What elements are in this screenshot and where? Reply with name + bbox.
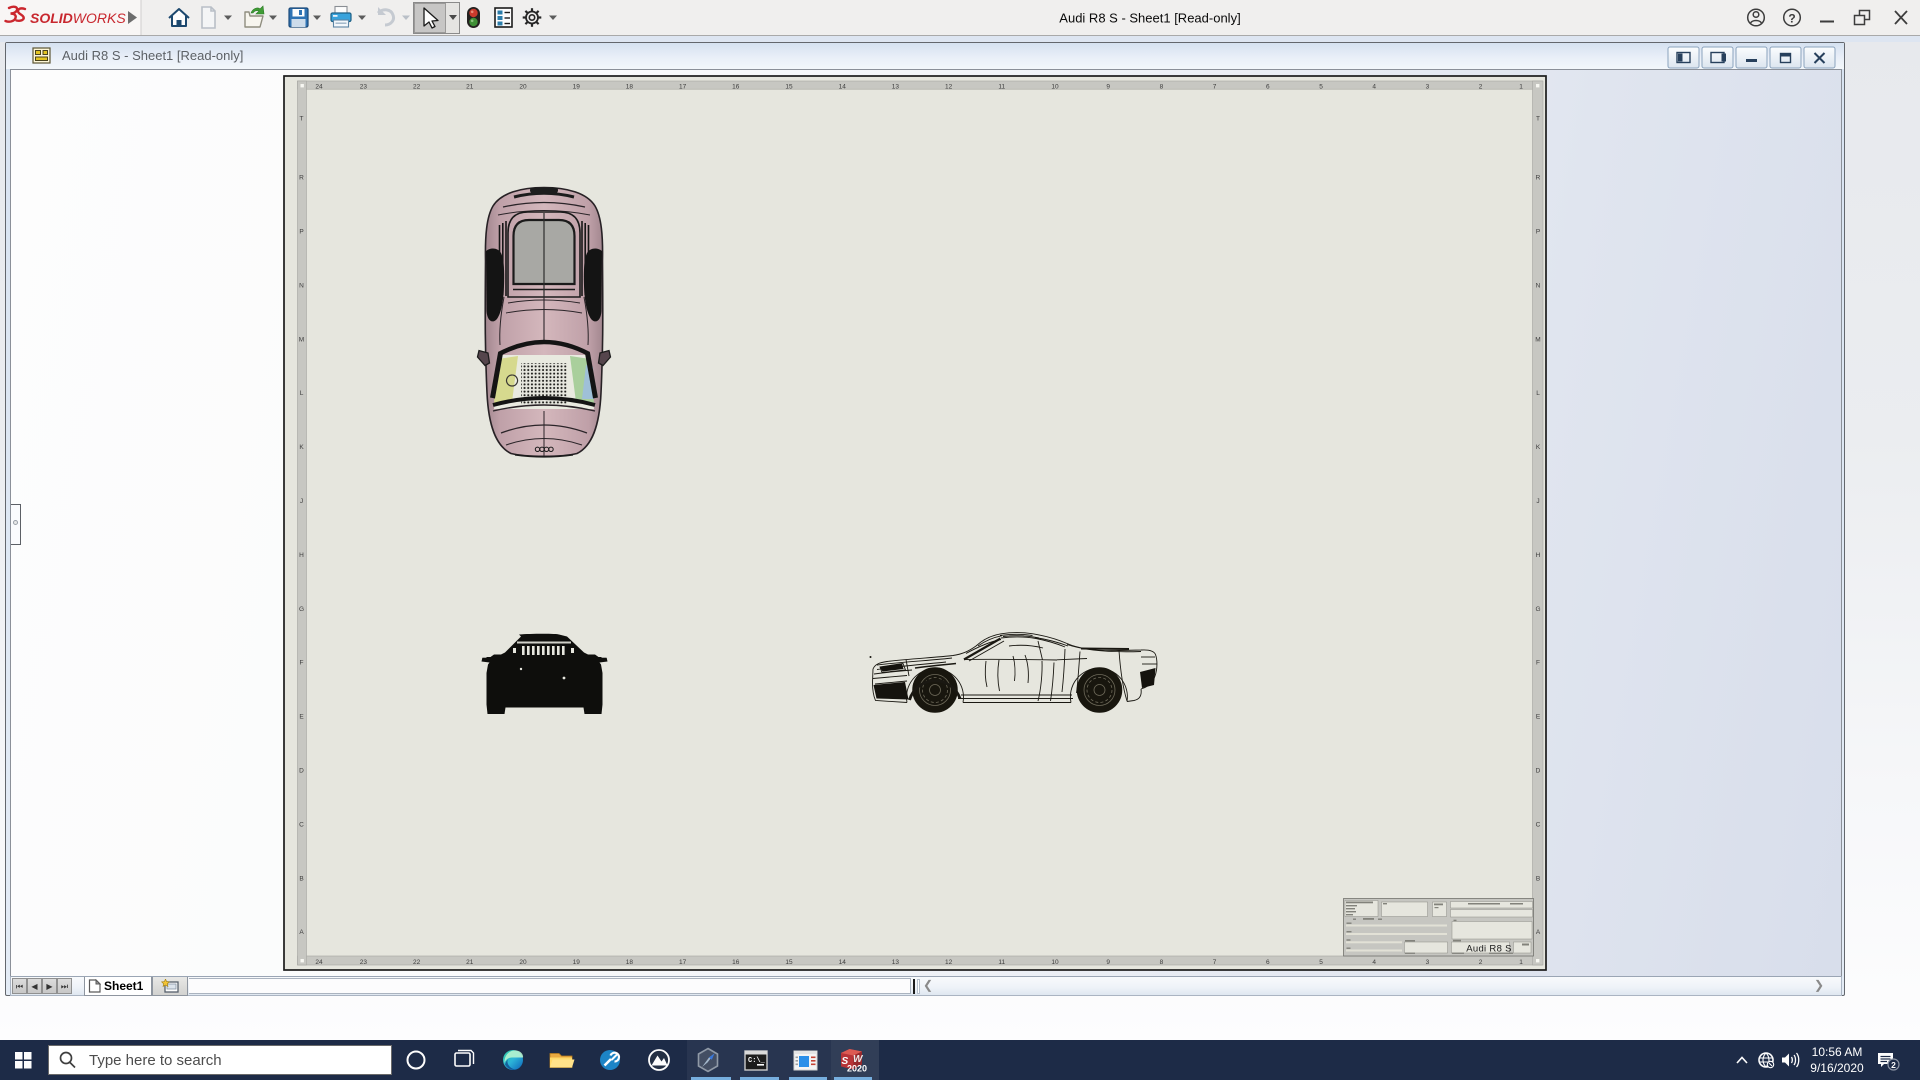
svg-text:D: D <box>1536 768 1541 775</box>
svg-text:10: 10 <box>1051 959 1059 966</box>
svg-text:?: ? <box>1788 12 1795 26</box>
svg-text:11: 11 <box>998 83 1005 90</box>
svg-text:P: P <box>1536 229 1540 236</box>
svg-text:22: 22 <box>413 83 421 90</box>
svg-text:M: M <box>299 336 304 343</box>
svg-text:21: 21 <box>466 83 474 90</box>
svg-text:17: 17 <box>679 959 687 966</box>
svg-text:16: 16 <box>732 959 740 966</box>
svg-text:J: J <box>300 498 303 505</box>
svg-text:R: R <box>299 175 304 182</box>
svg-text:4: 4 <box>1372 959 1376 966</box>
svg-text:D: D <box>299 768 304 775</box>
svg-text:N: N <box>299 282 304 289</box>
svg-text:L: L <box>1536 390 1540 397</box>
svg-text:Audi R8 S - Sheet1 [Read-only]: Audi R8 S - Sheet1 [Read-only] <box>1059 11 1240 26</box>
svg-text:P: P <box>299 229 303 236</box>
svg-text:15: 15 <box>785 83 793 90</box>
svg-text:B: B <box>1536 875 1540 882</box>
svg-text:18: 18 <box>626 83 634 90</box>
svg-text:3: 3 <box>1426 83 1430 90</box>
svg-text:19: 19 <box>573 83 581 90</box>
svg-text:C: C <box>299 821 304 828</box>
svg-text:13: 13 <box>892 959 900 966</box>
svg-text:17: 17 <box>679 83 687 90</box>
svg-text:10: 10 <box>1051 83 1059 90</box>
svg-text:1: 1 <box>1519 959 1523 966</box>
svg-text:C: C <box>1536 821 1541 828</box>
svg-text:7: 7 <box>1213 959 1217 966</box>
svg-text:19: 19 <box>573 959 581 966</box>
svg-text:K: K <box>299 444 304 451</box>
svg-text:11: 11 <box>998 959 1005 966</box>
svg-text:M: M <box>1535 336 1540 343</box>
svg-text:2: 2 <box>1479 959 1483 966</box>
svg-text:4: 4 <box>1372 83 1376 90</box>
svg-text:16: 16 <box>732 83 740 90</box>
svg-text:J: J <box>1536 498 1539 505</box>
svg-text:14: 14 <box>839 959 847 966</box>
svg-text:12: 12 <box>945 959 953 966</box>
svg-text:5: 5 <box>1319 83 1323 90</box>
svg-text:24: 24 <box>315 959 323 966</box>
svg-text:14: 14 <box>839 83 847 90</box>
svg-text:2: 2 <box>1479 83 1483 90</box>
svg-text:5: 5 <box>1319 959 1323 966</box>
svg-text:15: 15 <box>785 959 793 966</box>
svg-text:T: T <box>1536 116 1540 123</box>
svg-text:20: 20 <box>519 83 527 90</box>
svg-text:6: 6 <box>1266 959 1270 966</box>
svg-text:24: 24 <box>315 83 323 90</box>
svg-text:8: 8 <box>1160 83 1164 90</box>
svg-text:A: A <box>299 929 304 936</box>
svg-text:N: N <box>1536 282 1541 289</box>
svg-text:8: 8 <box>1160 959 1164 966</box>
svg-text:G: G <box>1535 606 1540 613</box>
svg-text:G: G <box>299 606 304 613</box>
svg-text:12: 12 <box>945 83 953 90</box>
svg-text:6: 6 <box>1266 83 1270 90</box>
svg-text:1: 1 <box>1519 83 1523 90</box>
svg-text:L: L <box>300 390 304 397</box>
svg-text:F: F <box>1536 660 1540 667</box>
svg-text:22: 22 <box>413 959 421 966</box>
svg-text:F: F <box>300 660 304 667</box>
svg-text:E: E <box>1536 714 1541 721</box>
svg-text:7: 7 <box>1213 83 1217 90</box>
svg-text:H: H <box>1536 552 1541 559</box>
svg-text:23: 23 <box>360 83 368 90</box>
svg-text:E: E <box>299 714 304 721</box>
svg-text:A: A <box>1536 929 1541 936</box>
svg-text:T: T <box>300 116 304 123</box>
svg-text:9: 9 <box>1106 959 1110 966</box>
svg-text:9: 9 <box>1106 83 1110 90</box>
svg-text:18: 18 <box>626 959 634 966</box>
svg-text:2: 2 <box>1891 1060 1896 1070</box>
svg-text:13: 13 <box>892 83 900 90</box>
svg-text:K: K <box>1536 444 1541 451</box>
svg-text:20: 20 <box>519 959 527 966</box>
svg-text:21: 21 <box>466 959 474 966</box>
svg-text:SOLIDWORKS: SOLIDWORKS <box>30 10 126 26</box>
svg-text:23: 23 <box>360 959 368 966</box>
svg-text:R: R <box>1536 175 1541 182</box>
svg-text:H: H <box>299 552 304 559</box>
svg-text:B: B <box>299 875 303 882</box>
svg-text:Audi R8 S: Audi R8 S <box>1466 944 1511 955</box>
svg-text:3: 3 <box>1426 959 1430 966</box>
